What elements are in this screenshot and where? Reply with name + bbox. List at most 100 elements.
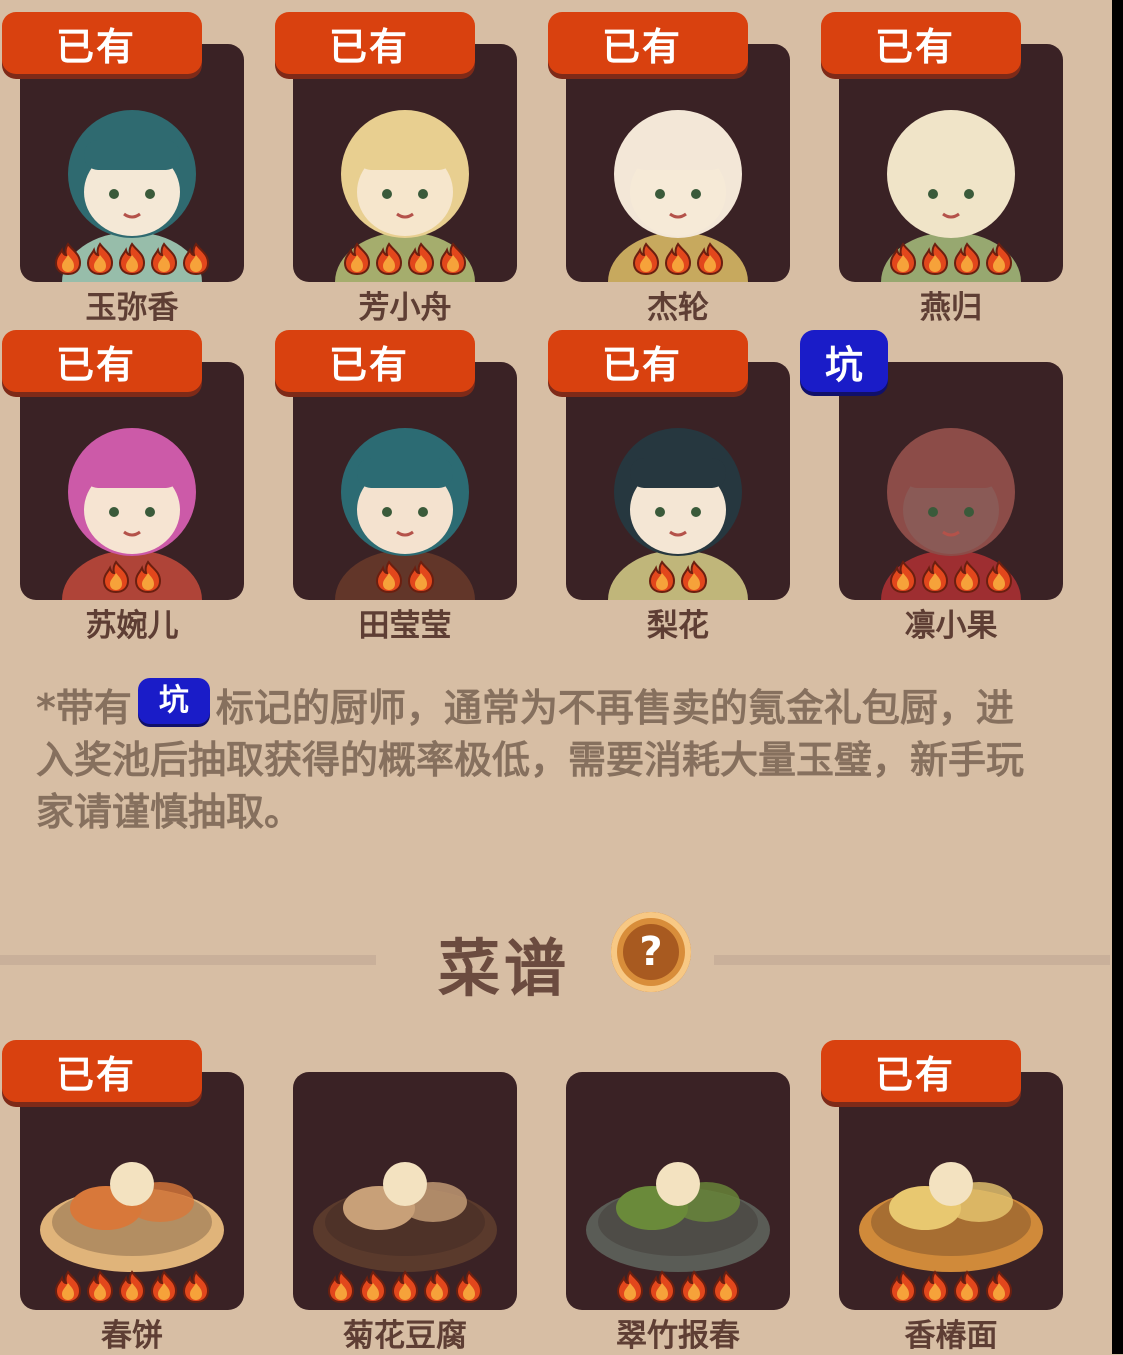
chef-portrait[interactable] [839,44,1063,282]
pit-badge-inline: 坑 [137,678,210,724]
owned-badge: 已有 [2,12,202,74]
flame-icon [629,242,663,276]
recipe-card[interactable]: 菊花豆腐 [273,1040,517,1354]
flame-icon [83,1270,117,1304]
flame-icon [950,1270,984,1304]
flame-icon [51,1270,85,1304]
chef-name: 梨花 [647,608,709,644]
owned-badge: 已有 [821,1040,1021,1102]
flame-icon [982,242,1016,276]
flame-icon [340,242,374,276]
flame-icon [131,560,165,594]
flame-icon [709,1270,743,1304]
owned-badge: 已有 [275,12,475,74]
owned-badge: 已有 [548,12,748,74]
flame-icon [356,1270,390,1304]
chef-card[interactable]: 已有田莹莹 [273,330,517,644]
chef-card[interactable]: 已有 苏婉儿 [0,330,244,644]
recipe-name: 香椿面 [904,1318,998,1354]
chef-card[interactable]: 已有 杰轮 [546,12,790,326]
recipe-portrait[interactable] [20,1072,244,1310]
rarity-stars [293,242,517,276]
chef-card[interactable]: 坑凛小果 [800,330,1063,644]
chef-portrait[interactable] [839,362,1063,600]
chef-name: 燕归 [920,290,982,326]
flame-icon [404,242,438,276]
flame-icon [982,560,1016,594]
flame-icon [51,242,85,276]
chef-card[interactable]: 已有玉弥香 [0,12,244,326]
flame-icon [147,242,181,276]
rarity-stars [566,560,790,594]
recipe-portrait[interactable] [566,1072,790,1310]
owned-badge: 已有 [548,330,748,392]
chef-name: 玉弥香 [85,290,179,326]
rarity-stars [839,560,1063,594]
chef-card[interactable]: 已有燕归 [819,12,1063,326]
screen-edge [1112,0,1123,1354]
flame-icon [83,242,117,276]
chef-name: 芳小舟 [358,290,452,326]
flame-icon [950,560,984,594]
chef-portrait[interactable] [20,362,244,600]
chef-portrait[interactable] [293,44,517,282]
rarity-stars [839,1270,1063,1304]
chef-portrait[interactable] [566,362,790,600]
recipe-name: 翠竹报春 [616,1318,740,1354]
rarity-stars [20,1270,244,1304]
flame-icon [147,1270,181,1304]
pit-badge: 坑 [800,330,888,392]
flame-icon [115,1270,149,1304]
recipe-name: 春饼 [101,1318,163,1354]
flame-icon [613,1270,647,1304]
divider-left [0,955,376,965]
pit-note: *带有坑标记的厨师，通常为不再售卖的氪金礼包厨，进入奖池后抽取获得的概率极低，需… [36,678,1046,838]
chef-name: 田莹莹 [358,608,452,644]
recipe-card[interactable]: 已有春饼 [0,1040,244,1354]
flame-icon [918,242,952,276]
chef-portrait[interactable] [20,44,244,282]
flame-icon [372,560,406,594]
recipes-title: 菜谱 [438,932,571,1005]
flame-icon [677,1270,711,1304]
flame-icon [452,1270,486,1304]
flame-icon [886,1270,920,1304]
flame-icon [372,242,406,276]
flame-icon [388,1270,422,1304]
recipe-portrait[interactable] [293,1072,517,1310]
chef-portrait[interactable] [566,44,790,282]
recipe-name: 菊花豆腐 [343,1318,467,1354]
divider-right [714,955,1110,965]
chef-card[interactable]: 已有芳小舟 [273,12,517,326]
rarity-stars [566,242,790,276]
flame-icon [918,560,952,594]
flame-icon [115,242,149,276]
help-icon[interactable]: ? [611,912,691,992]
rarity-stars [20,242,244,276]
recipe-card[interactable]: 已有香椿面 [819,1040,1063,1354]
flame-icon [404,560,438,594]
flame-icon [420,1270,454,1304]
owned-badge: 已有 [2,1040,202,1102]
flame-icon [693,242,727,276]
recipe-portrait[interactable] [839,1072,1063,1310]
rarity-stars [293,560,517,594]
flame-icon [886,242,920,276]
chef-grid: 已有 玉弥香 已有 芳小舟 已有 杰轮 已有 燕归 已有 苏婉儿 已有 田莹莹 已有 梨花坑凛小果 [0,12,1110,644]
owned-badge: 已有 [275,330,475,392]
note-prefix: *带有 [36,686,132,730]
recipe-grid: 已有 春饼 菊花豆腐 翠竹报春 已有 香椿面 [0,1040,1110,1354]
flame-icon [179,242,213,276]
chef-portrait[interactable] [293,362,517,600]
rarity-stars [839,242,1063,276]
flame-icon [179,1270,213,1304]
chef-card[interactable]: 已有梨花 [546,330,790,644]
flame-icon [677,560,711,594]
flame-icon [645,1270,679,1304]
flame-icon [982,1270,1016,1304]
rarity-stars [566,1270,790,1304]
owned-badge: 已有 [821,12,1021,74]
recipe-card[interactable]: 翠竹报春 [546,1040,790,1354]
rarity-stars [20,560,244,594]
owned-badge: 已有 [2,330,202,392]
